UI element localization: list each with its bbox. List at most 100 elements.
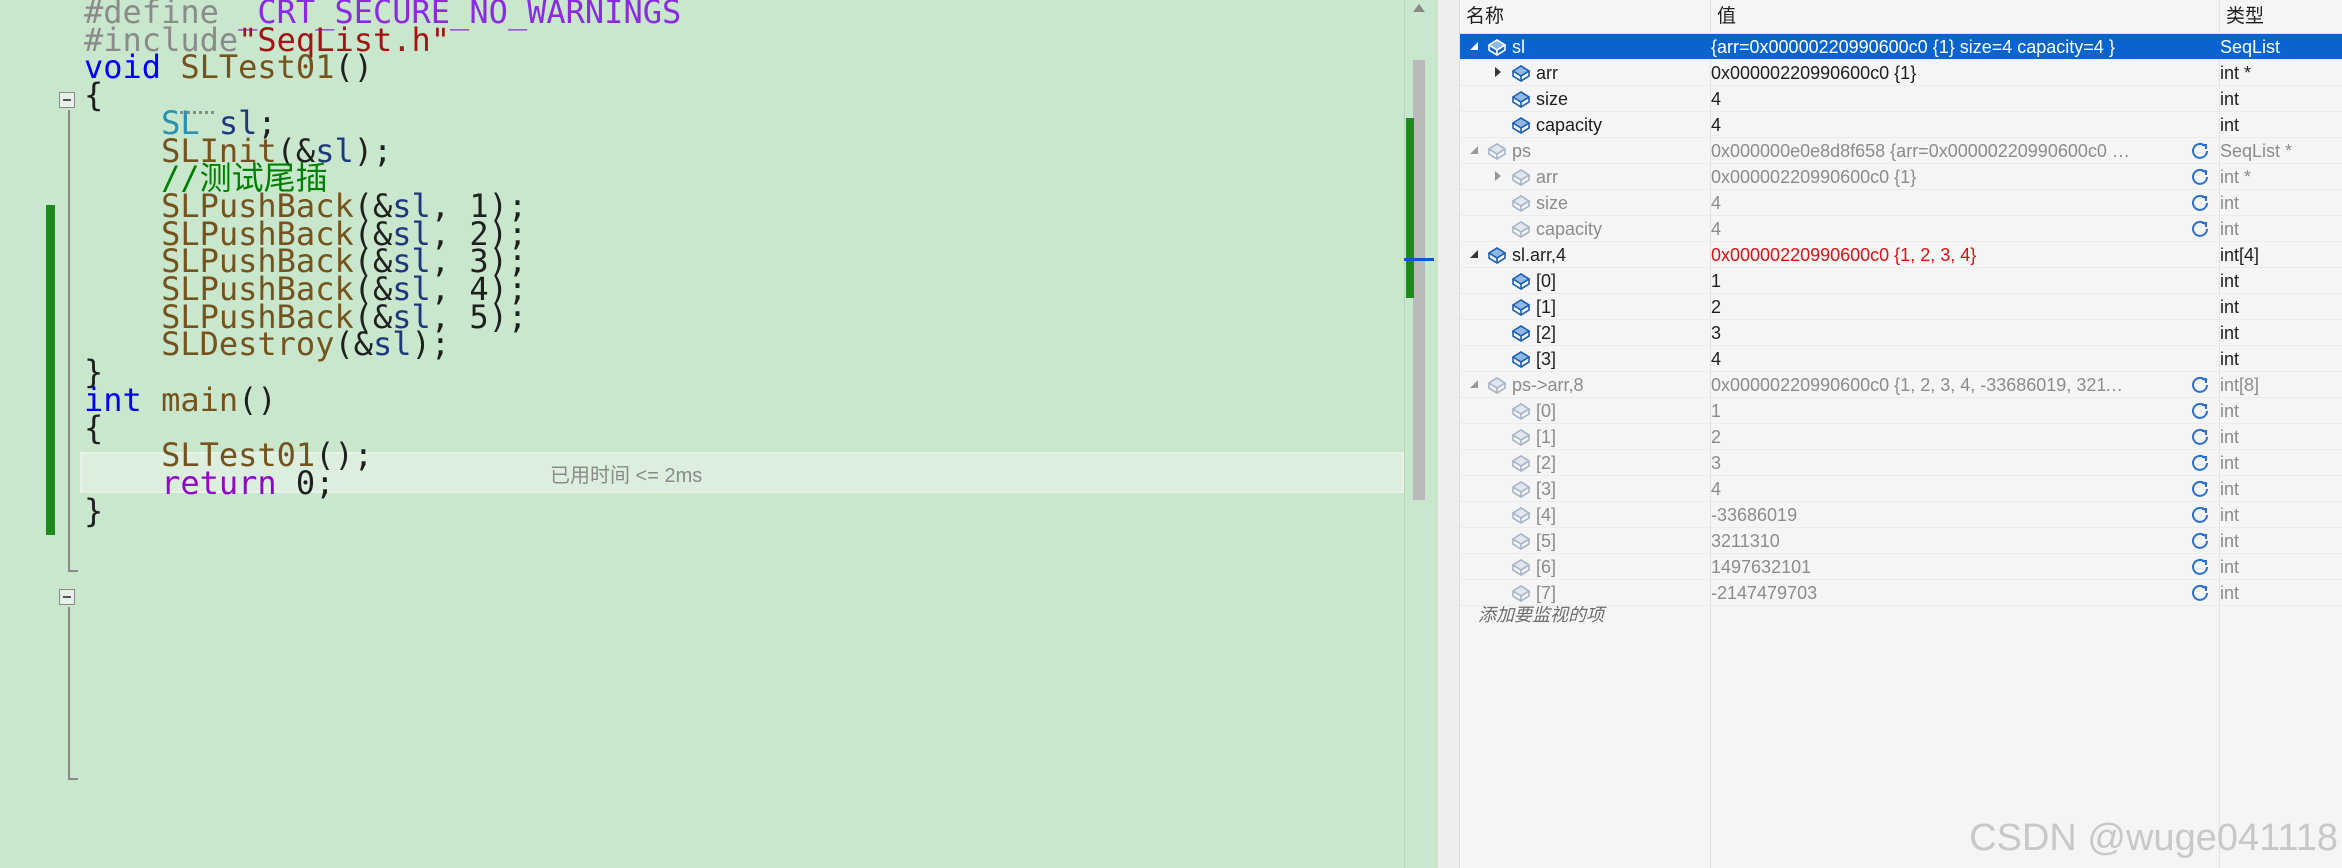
fold-end-sltest01 xyxy=(68,570,78,572)
watch-value[interactable]: -33686019 xyxy=(1711,502,2131,528)
watch-value[interactable]: 1 xyxy=(1711,398,2131,424)
scroll-up-arrow-icon[interactable] xyxy=(1413,4,1425,12)
watch-row[interactable]: [1] 2 int xyxy=(1460,294,2342,320)
collapsed-arrow-icon[interactable] xyxy=(1492,60,1506,86)
watch-row[interactable]: capacity 4 int xyxy=(1460,112,2342,138)
refresh-icon[interactable] xyxy=(2190,401,2210,421)
watch-value[interactable]: 4 xyxy=(1711,86,2131,112)
watch-value[interactable]: 0x000000e0e8d8f658 {arr=0x00000220990600… xyxy=(1711,138,2131,164)
code-line[interactable]: } xyxy=(84,491,103,532)
watch-row[interactable]: [0] 1 int xyxy=(1460,268,2342,294)
watch-row[interactable]: sl.arr,4 0x00000220990600c0 {1, 2, 3, 4} i… xyxy=(1460,242,2342,268)
watch-row[interactable]: capacity 4 int xyxy=(1460,216,2342,242)
watch-row[interactable]: [0] 1 int xyxy=(1460,398,2342,424)
watch-name: capacity xyxy=(1536,115,1603,135)
watch-row[interactable]: arr 0x00000220990600c0 {1} int * xyxy=(1460,164,2342,190)
refresh-icon[interactable] xyxy=(2190,557,2210,577)
watch-row[interactable]: [3] 4 int xyxy=(1460,476,2342,502)
watch-row[interactable]: [4] -33686019 int xyxy=(1460,502,2342,528)
expanded-arrow-icon[interactable] xyxy=(1468,242,1482,268)
refresh-icon[interactable] xyxy=(2190,479,2210,499)
watch-row[interactable]: arr 0x00000220990600c0 {1} int * xyxy=(1460,60,2342,86)
watch-row[interactable]: ps 0x000000e0e8d8f658 {arr=0x000002209906… xyxy=(1460,138,2342,164)
watch-value[interactable]: 2 xyxy=(1711,424,2131,450)
watch-row[interactable]: [5] 3211310 int xyxy=(1460,528,2342,554)
watch-row[interactable]: [2] 3 int xyxy=(1460,450,2342,476)
fold-toggle-sltest01[interactable] xyxy=(59,92,75,108)
watch-value[interactable]: 3 xyxy=(1711,450,2131,476)
watch-value[interactable]: 4 xyxy=(1711,476,2131,502)
watch-value[interactable]: 0x00000220990600c0 {1, 2, 3, 4} xyxy=(1711,242,2131,268)
column-header-name[interactable]: 名称 xyxy=(1460,0,1504,34)
column-header-value[interactable]: 值 xyxy=(1711,0,1736,34)
refresh-icon[interactable] xyxy=(2190,583,2210,603)
refresh-icon[interactable] xyxy=(2190,531,2210,551)
code-line[interactable]: void SLTest01() xyxy=(84,47,373,88)
watch-value[interactable]: 0x00000220990600c0 {1} xyxy=(1711,60,2131,86)
refresh-icon[interactable] xyxy=(2190,167,2210,187)
code-token: ); xyxy=(353,131,393,170)
variable-icon xyxy=(1511,429,1531,446)
watch-row[interactable]: ps->arr,8 0x00000220990600c0 {1, 2, 3, 4,… xyxy=(1460,372,2342,398)
watch-name: [5] xyxy=(1536,531,1557,551)
watch-value[interactable]: 3 xyxy=(1711,320,2131,346)
refresh-icon[interactable] xyxy=(2190,427,2210,447)
code-token: ); xyxy=(411,325,451,364)
watch-name: [0] xyxy=(1536,401,1557,421)
watch-value[interactable]: 4 xyxy=(1711,216,2131,242)
add-watch-item[interactable]: 添加要监视的项 xyxy=(1460,602,1760,628)
refresh-icon[interactable] xyxy=(2190,193,2210,213)
code-editor[interactable]: #define _CRT_SECURE_NO_WARNINGS #include"… xyxy=(0,0,1404,868)
editor-scroll-thumb[interactable] xyxy=(1413,60,1425,500)
watch-name: [2] xyxy=(1536,453,1557,473)
watch-value[interactable]: 1 xyxy=(1711,268,2131,294)
watch-value[interactable]: {arr=0x00000220990600c0 {1} size=4 capac… xyxy=(1711,34,2131,60)
watch-value[interactable]: 0x00000220990600c0 {1, 2, 3, 4, -3368601… xyxy=(1711,372,2131,398)
code-line[interactable]: return 0; xyxy=(84,463,334,504)
watch-row[interactable]: [3] 4 int xyxy=(1460,346,2342,372)
fold-toggle-main[interactable] xyxy=(59,589,75,605)
watch-row[interactable]: size 4 int xyxy=(1460,86,2342,112)
watch-type: int * xyxy=(2220,63,2252,83)
watch-name: [3] xyxy=(1536,479,1557,499)
watch-type: int[8] xyxy=(2220,375,2260,395)
watermark: CSDN @wuge041118 xyxy=(1969,817,2338,859)
watch-value[interactable]: 4 xyxy=(1711,112,2131,138)
refresh-icon[interactable] xyxy=(2190,505,2210,525)
watch-value[interactable]: -2147479703 xyxy=(1711,580,2131,606)
watch-type: int xyxy=(2220,505,2240,525)
code-line[interactable]: int main() xyxy=(84,380,277,421)
watch-name: size xyxy=(1536,193,1569,213)
variable-icon xyxy=(1511,117,1531,134)
watch-value[interactable]: 2 xyxy=(1711,294,2131,320)
watch-row[interactable]: size 4 int xyxy=(1460,190,2342,216)
watch-type: int xyxy=(2220,193,2240,213)
expanded-arrow-icon[interactable] xyxy=(1468,372,1482,398)
collapsed-arrow-icon[interactable] xyxy=(1492,164,1506,190)
watch-value[interactable]: 0x00000220990600c0 {1} xyxy=(1711,164,2131,190)
code-token: SLDestroy xyxy=(161,325,335,364)
code-token: SLTest01 xyxy=(180,48,335,87)
watch-row[interactable]: sl {arr=0x00000220990600c0 {1} size=4 cap… xyxy=(1460,34,2342,60)
refresh-icon[interactable] xyxy=(2190,453,2210,473)
watch-value[interactable]: 1497632101 xyxy=(1711,554,2131,580)
watch-name: size xyxy=(1536,89,1569,109)
watch-row[interactable]: [2] 3 int xyxy=(1460,320,2342,346)
watch-value[interactable]: 3211310 xyxy=(1711,528,2131,554)
variable-icon xyxy=(1487,247,1507,264)
variable-icon xyxy=(1511,325,1531,342)
column-header-type[interactable]: 类型 xyxy=(2220,0,2264,34)
watch-type: SeqList xyxy=(2220,37,2281,57)
watch-row[interactable]: [6] 1497632101 int xyxy=(1460,554,2342,580)
variable-icon xyxy=(1487,39,1507,56)
expanded-arrow-icon[interactable] xyxy=(1468,34,1482,60)
watch-row[interactable]: [1] 2 int xyxy=(1460,424,2342,450)
variable-icon xyxy=(1511,533,1531,550)
watch-value[interactable]: 4 xyxy=(1711,190,2131,216)
code-line[interactable]: SLDestroy(&sl); xyxy=(84,324,450,365)
watch-value[interactable]: 4 xyxy=(1711,346,2131,372)
refresh-icon[interactable] xyxy=(2190,141,2210,161)
refresh-icon[interactable] xyxy=(2190,375,2210,395)
refresh-icon[interactable] xyxy=(2190,219,2210,239)
expanded-arrow-icon[interactable] xyxy=(1468,138,1482,164)
